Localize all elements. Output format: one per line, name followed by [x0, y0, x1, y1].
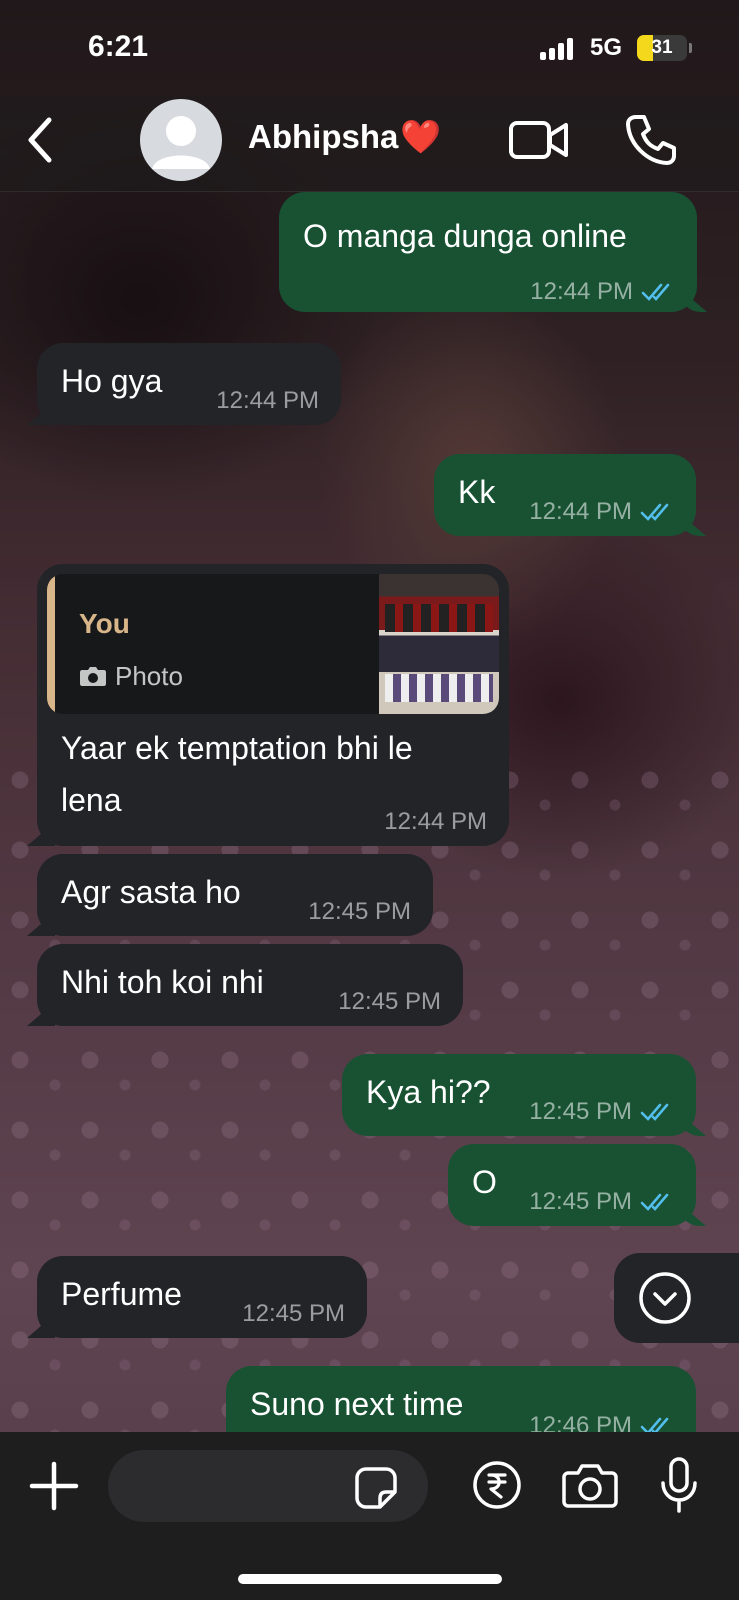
message-meta: 12:45 PM [242, 1294, 345, 1334]
voice-call-button[interactable] [622, 112, 678, 168]
message-text: O [472, 1164, 497, 1200]
message-text: O manga dunga online [303, 218, 627, 254]
camera-button[interactable] [562, 1462, 618, 1508]
message-meta: 12:44 PM [216, 381, 319, 421]
status-bar: 6:21 5G 31 [0, 0, 739, 96]
message-meta: 12:44 PM [529, 492, 674, 532]
quoted-message[interactable]: You Photo [47, 574, 499, 714]
message-text-line1: Yaar ek temptation bhi le [61, 730, 413, 766]
quote-accent-bar [47, 574, 55, 714]
person-icon [152, 116, 210, 169]
message-meta: 12:45 PM [529, 1182, 674, 1222]
message-bubble-incoming[interactable]: Perfume 12:45 PM [37, 1256, 367, 1338]
heart-emoji: ❤️ [400, 118, 442, 155]
message-meta: 12:44 PM [384, 802, 487, 842]
message-time: 12:45 PM [338, 988, 441, 1015]
message-meta: 12:45 PM [529, 1092, 674, 1132]
message-time: 12:45 PM [529, 1188, 632, 1215]
double-check-icon [640, 1193, 669, 1211]
double-check-icon [641, 283, 670, 301]
sticker-button[interactable] [354, 1466, 398, 1510]
double-check-icon [640, 503, 669, 521]
message-text: Perfume [61, 1276, 182, 1312]
quote-sender: You [79, 608, 130, 639]
contact-name-text: Abhipsha [248, 118, 399, 155]
battery-icon: 31 [637, 35, 687, 61]
rupee-icon [473, 1461, 521, 1509]
message-meta: 12:44 PM [530, 272, 675, 312]
message-time: 12:45 PM [308, 898, 411, 925]
message-bubble-outgoing[interactable]: Kya hi?? 12:45 PM [342, 1054, 696, 1136]
quote-type: Photo [79, 656, 183, 696]
message-text: Suno next time [250, 1386, 464, 1422]
message-meta: 12:45 PM [338, 982, 441, 1022]
signal-icon [540, 38, 578, 60]
message-time: 12:44 PM [530, 278, 633, 305]
message-time: 12:44 PM [384, 808, 487, 835]
message-bubble-incoming-reply[interactable]: You Photo Yaar ek temptation bhi le lena… [37, 564, 509, 846]
message-text: Kk [458, 474, 496, 510]
message-meta: 12:45 PM [308, 892, 411, 932]
voice-message-button[interactable] [660, 1456, 698, 1514]
message-text: Kya hi?? [366, 1074, 491, 1110]
message-text: Nhi toh koi nhi [61, 964, 264, 1000]
message-text: Agr sasta ho [61, 874, 241, 910]
quote-type-label: Photo [115, 661, 183, 691]
network-type: 5G [590, 34, 623, 61]
message-time: 12:44 PM [216, 387, 319, 414]
quote-photo-thumbnail [379, 574, 499, 714]
home-indicator[interactable] [238, 1574, 502, 1584]
message-bubble-incoming[interactable]: Ho gya 12:44 PM [37, 343, 341, 425]
avatar[interactable] [140, 99, 222, 181]
sticker-icon [355, 1467, 397, 1509]
contact-name[interactable]: Abhipsha❤️ [248, 118, 441, 157]
battery-tip [689, 43, 692, 53]
microphone-icon [661, 1457, 697, 1513]
message-bubble-outgoing[interactable]: Kk 12:44 PM [434, 454, 696, 536]
video-call-button[interactable] [508, 118, 570, 162]
plus-icon [29, 1461, 79, 1511]
phone-icon [626, 115, 676, 165]
chevron-left-icon [28, 117, 52, 163]
video-camera-icon [509, 121, 568, 159]
scroll-to-bottom-button[interactable] [614, 1253, 739, 1343]
message-time: 12:45 PM [529, 1098, 632, 1125]
back-button[interactable] [18, 112, 62, 168]
chevron-down-circle-icon [638, 1272, 691, 1324]
message-time: 12:44 PM [529, 498, 632, 525]
message-bubble-incoming[interactable]: Agr sasta ho 12:45 PM [37, 854, 433, 936]
double-check-icon [640, 1103, 669, 1121]
message-bubble-outgoing[interactable]: O manga dunga online 12:44 PM [279, 192, 697, 312]
camera-icon [80, 667, 106, 686]
message-bubble-outgoing[interactable]: O 12:45 PM [448, 1144, 696, 1226]
battery-level: 31 [651, 37, 673, 58]
message-time: 12:45 PM [242, 1300, 345, 1327]
payment-button[interactable] [472, 1460, 522, 1510]
message-text: Ho gya [61, 363, 163, 399]
chat-header: Abhipsha❤️ [0, 96, 739, 192]
attach-button[interactable] [28, 1460, 80, 1512]
camera-icon [562, 1464, 618, 1508]
status-time: 6:21 [88, 30, 149, 63]
message-bubble-incoming[interactable]: Nhi toh koi nhi 12:45 PM [37, 944, 463, 1026]
message-text-line2: lena [61, 782, 122, 818]
